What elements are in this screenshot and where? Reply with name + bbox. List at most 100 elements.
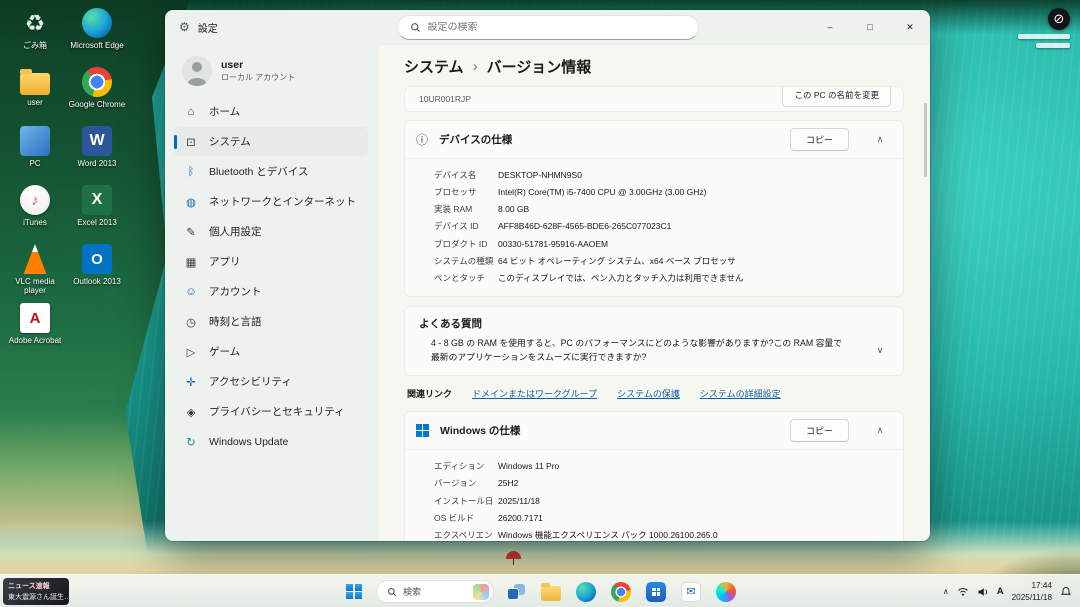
related-links-label: 関連リンク [407, 387, 452, 400]
spec-label: OS ビルド [434, 512, 498, 524]
sidebar-item-home[interactable]: ⌂ ホーム [174, 97, 368, 126]
sidebar-item-accounts[interactable]: ☺ アカウント [174, 277, 368, 306]
desktop-icon-user-folder[interactable]: user [4, 63, 66, 120]
account-block[interactable]: user ローカル アカウント [174, 48, 368, 96]
sidebar-item-network-internet[interactable]: ◍ ネットワークとインターネット [174, 187, 368, 216]
desktop-icon-adobe-acrobat[interactable]: A Adobe Acrobat [4, 299, 66, 356]
beach-umbrella [506, 551, 521, 559]
desktop-icon-label: user [27, 98, 43, 107]
task-view-button[interactable] [503, 579, 529, 605]
related-links-row: 関連リンク ドメインまたはワークグループ システムの保護 システムの詳細設定 [407, 387, 901, 400]
sidebar-item-windows-update[interactable]: ↻ Windows Update [174, 427, 368, 456]
close-button[interactable]: ✕ [890, 10, 930, 44]
sidebar-item-privacy-security[interactable]: ◈ プライバシーとセキュリティ [174, 397, 368, 426]
settings-content: システム › バージョン情報 10UR001RJP この PC の名前を変更 ⓘ [377, 44, 930, 541]
accounts-icon: ☺ [184, 286, 198, 298]
word-icon: W [82, 126, 112, 156]
outlook-icon: O [82, 244, 112, 274]
faq-title: よくある質問 [405, 307, 903, 333]
sidebar-item-system[interactable]: ⊡ システム [174, 127, 368, 156]
edge-button[interactable] [573, 579, 599, 605]
chevron-down-icon[interactable]: ∨ [869, 345, 891, 356]
titlebar[interactable]: ⚙ 設定 – □ ✕ [165, 10, 930, 44]
minimize-button[interactable]: – [810, 10, 850, 44]
desktop-icon-microsoft-edge[interactable]: Microsoft Edge [66, 4, 128, 61]
chrome-button[interactable] [608, 579, 634, 605]
store-button[interactable] [643, 579, 669, 605]
desktop-icon-word-2013[interactable]: W Word 2013 [66, 122, 128, 179]
sidebar-item-bluetooth-devices[interactable]: ᛒ Bluetooth とデバイス [174, 157, 368, 186]
scrollbar[interactable] [924, 103, 927, 177]
start-button[interactable] [341, 579, 367, 605]
settings-sidebar: user ローカル アカウント ⌂ ホーム ⊡ システム ᛒ Bluetooth… [165, 44, 377, 541]
excel-icon: X [82, 185, 112, 215]
rename-pc-button[interactable]: この PC の名前を変更 [782, 86, 891, 107]
chrome-icon [611, 582, 631, 602]
pc-icon [20, 126, 50, 156]
spec-row: デバイス ID AFF8B46D-628F-4565-BDE6-265C0770… [434, 218, 889, 235]
chevron-up-icon[interactable]: ∧ [869, 425, 891, 436]
desktop-icon-excel-2013[interactable]: X Excel 2013 [66, 181, 128, 238]
copy-button[interactable]: コピー [790, 128, 849, 151]
sidebar-item-gaming[interactable]: ▷ ゲーム [174, 337, 368, 366]
spec-value: 25H2 [498, 477, 518, 489]
photos-icon [716, 582, 736, 602]
spec-label: インストール日 [434, 495, 498, 507]
link-advanced-system-settings[interactable]: システムの詳細設定 [700, 387, 781, 400]
device-spec-title: デバイスの仕様 [439, 132, 512, 147]
search-icon [410, 22, 421, 33]
desktop-icon-outlook-2013[interactable]: O Outlook 2013 [66, 240, 128, 297]
spec-label: エディション [434, 460, 498, 472]
record-blocked-icon[interactable]: ⊘ [1048, 8, 1070, 30]
desktop-icon-label: Google Chrome [69, 100, 125, 109]
notification-bell-icon[interactable] [1060, 586, 1072, 598]
user-account-type: ローカル アカウント [221, 72, 295, 83]
settings-search-input[interactable] [428, 22, 686, 33]
settings-window: ⚙ 設定 – □ ✕ user ローカル アカウント [165, 10, 930, 541]
sidebar-item-personalization[interactable]: ✎ 個人用設定 [174, 217, 368, 246]
taskbar-search[interactable]: 検索 [376, 580, 494, 603]
desktop-icon-label: Microsoft Edge [70, 41, 123, 50]
speaker-icon[interactable] [977, 586, 989, 598]
desktop-icon-itunes[interactable]: ♪ iTunes [4, 181, 66, 238]
spec-row: デバイス名 DESKTOP-NHMN9S0 [434, 166, 889, 183]
window-controls: – □ ✕ [810, 10, 930, 44]
clock[interactable]: 17:44 2025/11/18 [1012, 580, 1052, 602]
copy-button[interactable]: コピー [790, 419, 849, 442]
sidebar-item-accessibility[interactable]: ✛ アクセシビリティ [174, 367, 368, 396]
settings-search-box[interactable] [397, 15, 699, 40]
widgets-button[interactable]: ニュース速報 東大震源さん誕生… [3, 578, 69, 605]
device-spec-header[interactable]: ⓘ デバイスの仕様 コピー ∧ [405, 121, 903, 158]
spec-row: 実装 RAM 8.00 GB [434, 201, 889, 218]
link-domain-workgroup[interactable]: ドメインまたはワークグループ [472, 387, 597, 400]
windows-logo-icon [416, 424, 429, 437]
file-explorer-button[interactable] [538, 579, 564, 605]
desktop-icon-vlc[interactable]: VLC media player [4, 240, 66, 297]
search-highlight-icon[interactable] [473, 584, 489, 600]
faq-card: よくある質問 4 - 8 GB の RAM を使用すると、PC のパフォーマンス… [404, 306, 904, 376]
device-spec-body: デバイス名 DESKTOP-NHMN9S0 プロセッサ Intel(R) Cor… [405, 158, 903, 296]
breadcrumb-section[interactable]: システム [404, 56, 464, 77]
breadcrumb-separator-icon: › [473, 58, 478, 75]
mail-button[interactable]: ✉ [678, 579, 704, 605]
photos-button[interactable] [713, 579, 739, 605]
ime-indicator[interactable]: A [997, 586, 1004, 597]
wifi-icon[interactable] [957, 586, 969, 598]
faq-question-row[interactable]: 4 - 8 GB の RAM を使用すると、PC のパフォーマンスにどのような影… [405, 333, 903, 375]
windows-spec-header[interactable]: Windows の仕様 コピー ∧ [405, 412, 903, 449]
maximize-button[interactable]: □ [850, 10, 890, 44]
sidebar-item-time-language[interactable]: ◷ 時刻と言語 [174, 307, 368, 336]
taskbar-center: 検索 ✉ [341, 575, 739, 607]
tray-chevron-icon[interactable]: ∧ [943, 587, 949, 596]
home-icon: ⌂ [184, 106, 198, 118]
desktop-icon-recycle-bin[interactable]: ♻ ごみ箱 [4, 4, 66, 61]
desktop-icon-google-chrome[interactable]: Google Chrome [66, 63, 128, 120]
sidebar-item-label: アクセシビリティ [209, 374, 292, 389]
sidebar-item-label: システム [209, 134, 251, 149]
chevron-up-icon[interactable]: ∧ [869, 134, 891, 145]
sidebar-item-apps[interactable]: ▦ アプリ [174, 247, 368, 276]
settings-gear-icon: ⚙ [179, 20, 190, 34]
desktop-icon-pc[interactable]: PC [4, 122, 66, 179]
spec-value: DESKTOP-NHMN9S0 [498, 169, 582, 181]
link-system-protection[interactable]: システムの保護 [617, 387, 680, 400]
